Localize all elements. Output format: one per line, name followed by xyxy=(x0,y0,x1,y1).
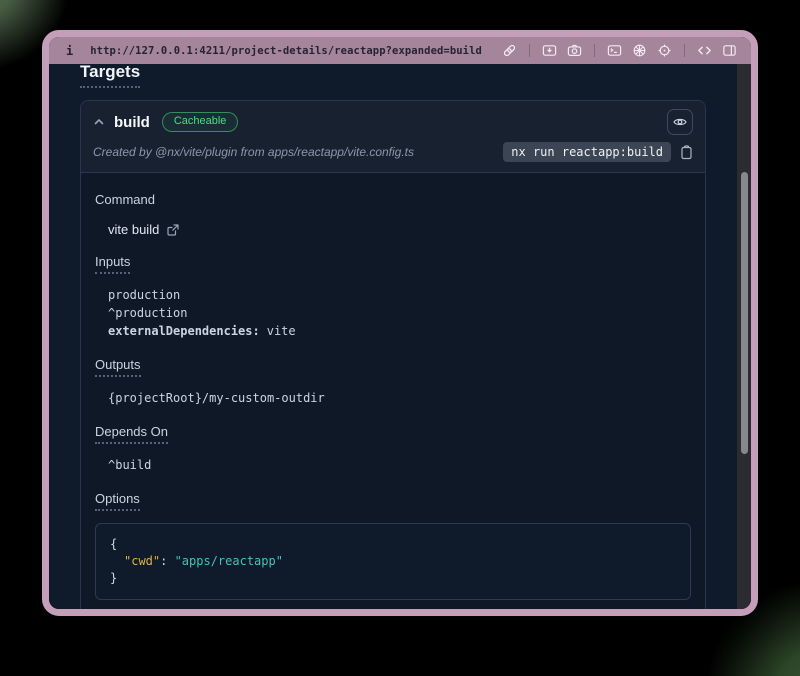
code-line: } xyxy=(110,570,676,587)
input-item: externalDependencies: vite xyxy=(95,322,691,340)
code-icon[interactable] xyxy=(697,43,712,58)
outputs-section: Outputs {projectRoot}/my-custom-outdir xyxy=(95,356,691,407)
build-subheader-row: Created by @nx/vite/plugin from apps/rea… xyxy=(93,142,693,162)
scrollbar-track[interactable] xyxy=(737,64,751,609)
target-card-build: build Cacheable Created by @nx/vite/plug… xyxy=(80,100,706,609)
toolbar-divider xyxy=(684,44,685,57)
eye-icon xyxy=(673,116,687,128)
options-code-block: { "cwd": "apps/reactapp" } xyxy=(95,523,691,600)
toolbar-divider xyxy=(529,44,530,57)
build-card-header: build Cacheable Created by @nx/vite/plug… xyxy=(81,101,705,172)
created-by-text: Created by @nx/vite/plugin from apps/rea… xyxy=(93,145,414,159)
external-link-icon[interactable] xyxy=(167,224,179,236)
cacheable-badge: Cacheable xyxy=(162,112,239,132)
options-section: Options { "cwd": "apps/reactapp" } xyxy=(95,490,691,600)
command-value: vite build xyxy=(108,222,159,237)
output-item: {projectRoot}/my-custom-outdir xyxy=(95,389,691,407)
globe-icon[interactable] xyxy=(632,43,647,58)
info-icon: i xyxy=(66,44,73,58)
code-line: "cwd": "apps/reactapp" xyxy=(110,553,676,570)
view-target-graph-button[interactable] xyxy=(667,109,693,135)
chevron-up-icon[interactable] xyxy=(93,116,105,128)
run-command-chip: nx run reactapp:build xyxy=(503,142,671,162)
toolbar-actions xyxy=(502,43,737,58)
build-header-row[interactable]: build Cacheable xyxy=(93,109,693,135)
link-icon[interactable] xyxy=(502,43,517,58)
browser-window: i http://127.0.0.1:4211/project-details/… xyxy=(42,30,758,616)
depends-on-section: Depends On ^build xyxy=(95,423,691,474)
url-text[interactable]: http://127.0.0.1:4211/project-details/re… xyxy=(90,45,482,57)
json-colon: : xyxy=(160,554,174,568)
input-item: ^production xyxy=(95,304,691,322)
code-line: { xyxy=(110,536,676,553)
crosshair-icon[interactable] xyxy=(657,43,672,58)
inputs-section: Inputs production ^production externalDe… xyxy=(95,253,691,340)
options-label[interactable]: Options xyxy=(95,491,140,511)
command-label: Command xyxy=(95,192,155,212)
scrollbar-thumb[interactable] xyxy=(741,172,748,454)
outputs-label[interactable]: Outputs xyxy=(95,357,141,377)
json-key: "cwd" xyxy=(124,554,160,568)
build-card-body: Command vite build Inputs production ^pr… xyxy=(81,172,705,609)
terminal-icon[interactable] xyxy=(607,43,622,58)
browser-toolbar: i http://127.0.0.1:4211/project-details/… xyxy=(49,37,751,64)
input-item-value: vite xyxy=(267,324,296,338)
depends-on-item: ^build xyxy=(95,456,691,474)
target-name: build xyxy=(114,114,150,131)
copy-icon[interactable] xyxy=(680,145,693,160)
depends-on-label[interactable]: Depends On xyxy=(95,424,168,444)
command-section: Command vite build xyxy=(95,191,691,237)
targets-heading[interactable]: Targets xyxy=(80,64,140,88)
input-item: production xyxy=(95,286,691,304)
toolbar-divider xyxy=(594,44,595,57)
json-string-value: "apps/reactapp" xyxy=(175,554,283,568)
project-details-page: Targets build Cacheable xyxy=(49,64,751,609)
input-item-key: externalDependencies: xyxy=(108,324,260,338)
split-panel-icon[interactable] xyxy=(722,43,737,58)
inputs-label[interactable]: Inputs xyxy=(95,254,130,274)
camera-icon[interactable] xyxy=(567,43,582,58)
command-value-row: vite build xyxy=(95,222,691,237)
frame-capture-icon[interactable] xyxy=(542,43,557,58)
